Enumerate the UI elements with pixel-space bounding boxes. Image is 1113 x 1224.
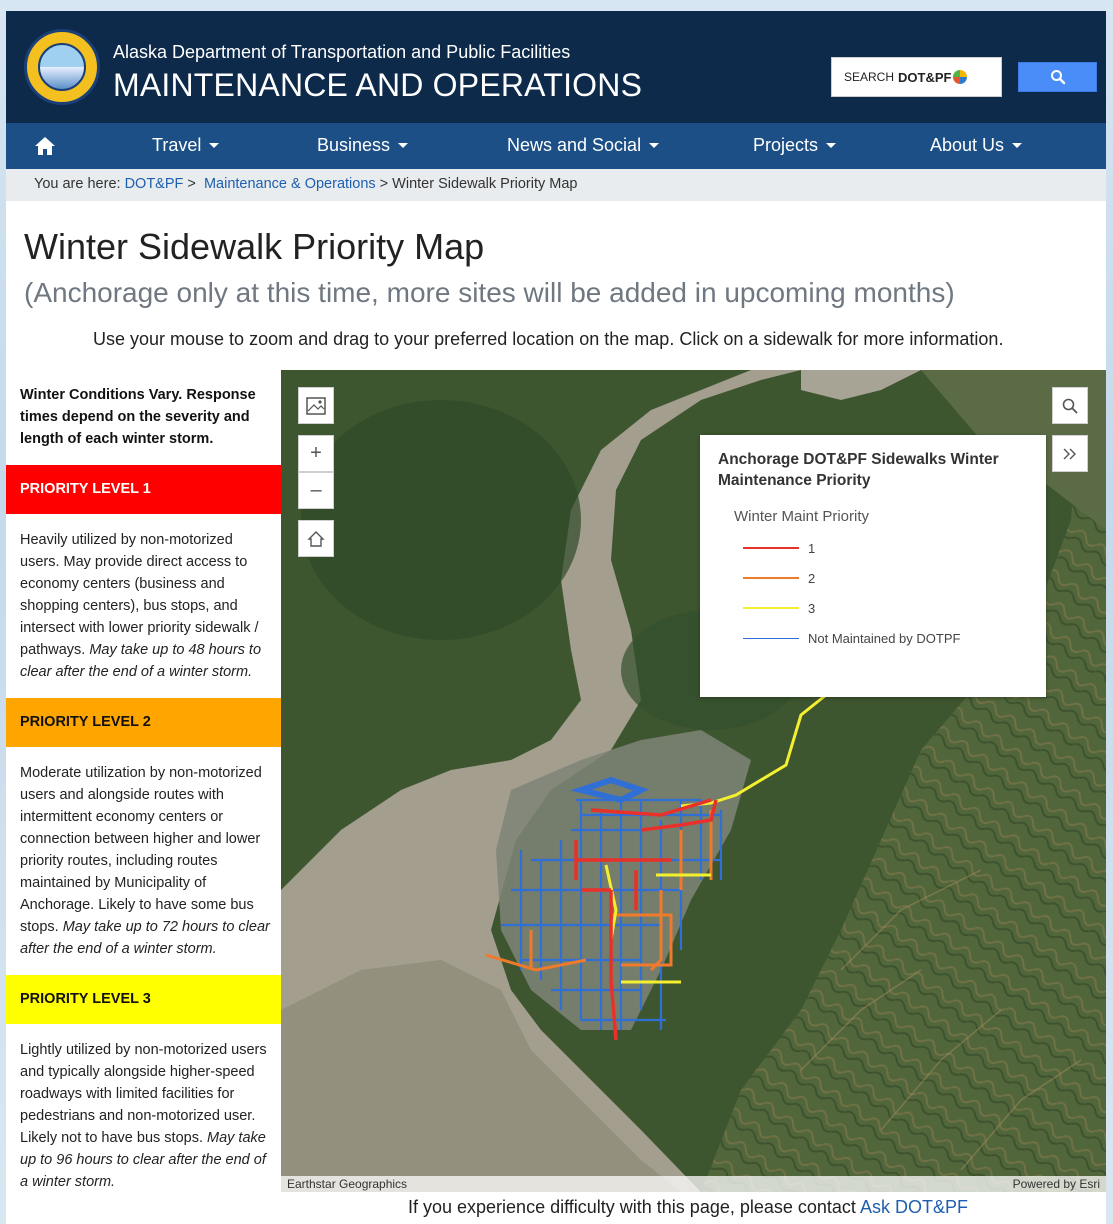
- map-legend: Anchorage DOT&PF Sidewalks Winter Mainte…: [700, 435, 1046, 697]
- priority-level-3-description: Lightly utilized by non-motorized users …: [20, 1039, 272, 1193]
- nav-business[interactable]: Business: [317, 135, 409, 156]
- brand-logo-icon: [953, 70, 968, 84]
- site-header: Alaska Department of Transportation and …: [6, 11, 1106, 123]
- basemap-gallery-icon: [306, 396, 326, 415]
- nav-news-label: News and Social: [507, 135, 642, 155]
- attribution-esri[interactable]: Powered by Esri: [1013, 1177, 1100, 1191]
- seal-landscape: [38, 43, 86, 91]
- nav-travel[interactable]: Travel: [152, 135, 220, 156]
- zoom-out-button[interactable]: –: [298, 472, 334, 509]
- legend-swatch: [743, 637, 799, 639]
- nav-news-social[interactable]: News and Social: [507, 135, 660, 156]
- legend-title: Anchorage DOT&PF Sidewalks Winter Mainte…: [718, 451, 999, 489]
- search-prefix: SEARCH: [844, 70, 895, 84]
- web-map[interactable]: + – Anchorage DOT&PF Sidewalks Winter Ma…: [281, 370, 1106, 1192]
- legend-swatch: [743, 607, 799, 609]
- state-seal-logo[interactable]: [24, 29, 100, 105]
- priority-sidebar: Winter Conditions Vary. Response times d…: [6, 370, 281, 1200]
- legend-field-name: Winter Maint Priority: [734, 508, 870, 525]
- chevron-down-icon: [398, 143, 409, 148]
- page-title: Winter Sidewalk Priority Map: [24, 226, 485, 267]
- legend-item-priority-2: 2: [743, 568, 815, 588]
- nav-travel-label: Travel: [152, 135, 202, 155]
- priority-1-text: Heavily utilized by non-motorized users.…: [20, 532, 259, 658]
- breadcrumb-current: Winter Sidewalk Priority Map: [392, 176, 578, 192]
- search-icon: [1062, 398, 1078, 414]
- priority-level-2-description: Moderate utilization by non-motorized us…: [20, 762, 272, 960]
- basemap-gallery-button[interactable]: [298, 387, 334, 424]
- legend-swatch: [743, 547, 799, 549]
- contact-note: If you experience difficulty with this p…: [408, 1197, 968, 1218]
- priority-level-1-header: PRIORITY LEVEL 1: [6, 465, 281, 514]
- legend-swatch: [743, 577, 799, 579]
- ask-dotpf-link[interactable]: Ask DOT&PF: [860, 1197, 968, 1217]
- legend-item-priority-3: 3: [743, 598, 815, 618]
- map-attribution: Earthstar Geographics Powered by Esri: [281, 1176, 1106, 1192]
- legend-item-label: 2: [808, 570, 816, 586]
- contact-text: If you experience difficulty with this p…: [408, 1197, 856, 1217]
- priority-level-3-header: PRIORITY LEVEL 3: [6, 975, 281, 1024]
- attribution-source: Earthstar Geographics: [287, 1177, 408, 1191]
- nav-business-label: Business: [317, 135, 391, 155]
- chevron-down-icon: [209, 143, 220, 148]
- search-icon: [1050, 70, 1065, 85]
- legend-item-not-maintained: Not Maintained by DOTPF: [743, 628, 960, 648]
- priority-level-2-header: PRIORITY LEVEL 2: [6, 698, 281, 747]
- breadcrumb-separator: >: [379, 176, 389, 192]
- nav-projects[interactable]: Projects: [753, 135, 837, 156]
- chevron-down-icon: [649, 143, 660, 148]
- nav-about-label: About Us: [930, 135, 1005, 155]
- nav-about-us[interactable]: About Us: [930, 135, 1023, 156]
- breadcrumb-prefix: You are here:: [34, 176, 121, 192]
- agency-name: Alaska Department of Transportation and …: [113, 42, 571, 62]
- page: Alaska Department of Transportation and …: [6, 11, 1106, 1224]
- conditions-intro: Winter Conditions Vary. Response times d…: [20, 387, 256, 447]
- division-name[interactable]: MAINTENANCE AND OPERATIONS: [113, 67, 642, 104]
- search-brand: DOT&PF: [898, 69, 952, 85]
- expand-chevrons-icon: [1063, 448, 1076, 459]
- site-search-input[interactable]: SEARCH DOT&PF: [831, 57, 1002, 97]
- chevron-down-icon: [826, 143, 837, 148]
- priority-2-text: Moderate utilization by non-motorized us…: [20, 765, 262, 935]
- legend-item-label: 3: [808, 600, 816, 616]
- chevron-down-icon: [1012, 143, 1023, 148]
- legend-item-priority-1: 1: [743, 538, 815, 558]
- breadcrumb: You are here: DOT&PF > Maintenance & Ope…: [6, 169, 1106, 201]
- nav-projects-label: Projects: [753, 135, 819, 155]
- priority-level-1-description: Heavily utilized by non-motorized users.…: [20, 529, 272, 683]
- home-extent-icon: [307, 530, 325, 547]
- breadcrumb-link-maintenance[interactable]: Maintenance & Operations: [204, 176, 376, 192]
- map-instructions: Use your mouse to zoom and drag to your …: [93, 329, 1004, 349]
- breadcrumb-separator: >: [187, 176, 196, 192]
- page-subtitle: (Anchorage only at this time, more sites…: [24, 277, 955, 308]
- breadcrumb-link-dotpf[interactable]: DOT&PF: [125, 176, 184, 192]
- legend-item-label: 1: [808, 540, 816, 556]
- legend-item-label: Not Maintained by DOTPF: [808, 630, 961, 646]
- zoom-in-button[interactable]: +: [298, 435, 334, 472]
- legend-collapse-button[interactable]: [1052, 435, 1088, 472]
- default-extent-button[interactable]: [298, 520, 334, 557]
- search-button[interactable]: [1018, 62, 1097, 92]
- main-nav: Travel Business News and Social Projects…: [6, 123, 1106, 169]
- home-icon[interactable]: [34, 135, 56, 157]
- map-search-button[interactable]: [1052, 387, 1088, 424]
